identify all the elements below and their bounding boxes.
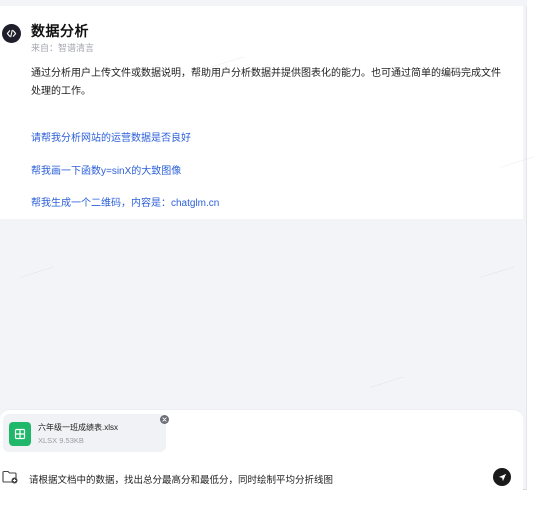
agent-source: 来自：智谱清言 [31, 43, 95, 53]
agent-intro-card: 数据分析 来自：智谱清言 通过分析用户上传文件或数据说明，帮助用户分析数据并提供… [0, 6, 523, 219]
agent-description: 通过分析用户上传文件或数据说明，帮助用户分析数据并提供图表化的能力。也可通过简单… [31, 68, 501, 97]
send-button[interactable] [493, 468, 511, 486]
close-icon[interactable] [160, 415, 169, 424]
message-input[interactable]: 请根据文档中的数据，找出总分最高分和最低分，同时绘制平均分折线图 [29, 472, 484, 486]
code-icon [2, 24, 21, 43]
attachment-name: 六年级一班成绩表.xlsx [38, 423, 118, 432]
agent-title: 数据分析 [31, 23, 89, 39]
watermark: ~~~~~~~~~~ [19, 264, 56, 282]
watermark: ~~~~~~~~~~ [479, 264, 516, 282]
send-icon [498, 473, 506, 481]
spreadsheet-icon [9, 422, 31, 446]
folder-upload-icon[interactable] [2, 470, 18, 484]
suggestion-link-1[interactable]: 请帮我分析网站的运营数据是否良好 [31, 129, 191, 144]
attachment-meta: XLSX 9.53KB [38, 436, 84, 445]
chat-window: 数据分析 来自：智谱清言 通过分析用户上传文件或数据说明，帮助用户分析数据并提供… [0, 0, 535, 491]
suggestion-link-3[interactable]: 帮我生成一个二维码，内容是：chatglm.cn [31, 194, 219, 209]
attachment-card[interactable]: 六年级一班成绩表.xlsx XLSX 9.53KB [3, 414, 166, 452]
suggestion-link-2[interactable]: 帮我画一下函数y=sinX的大致图像 [31, 162, 181, 177]
watermark: ~~~~~~~~~~ [369, 374, 406, 392]
